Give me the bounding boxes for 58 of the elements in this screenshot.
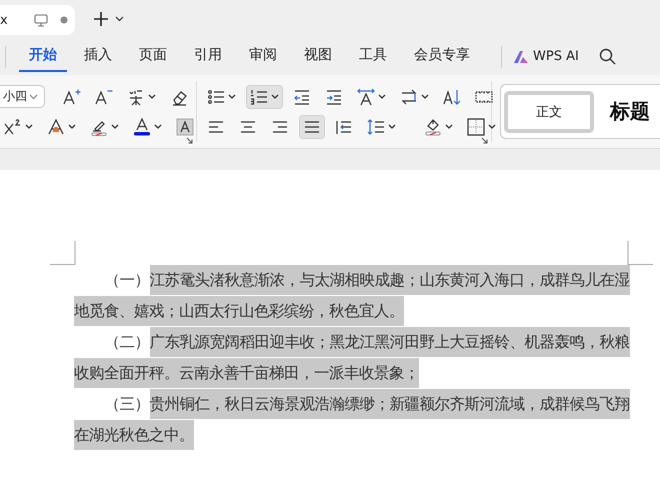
caret-icon [488,124,496,129]
ribbon-tab[interactable]: 视图 [294,41,342,72]
ribbon-tab[interactable]: 页面 [129,41,177,72]
border-icon [467,118,485,136]
paragraph: （三）贵州铜仁，秋日云海景观浩瀚缥缈；新疆额尔齐斯河流域，成群候鸟飞翔在湖光秋色之中。 [74,389,630,451]
ribbon-tab[interactable]: 审阅 [239,41,287,72]
font-color-icon [133,118,151,136]
dialog-launcher-icon[interactable] [186,137,193,144]
ribbon-tab[interactable]: 引用 [184,41,232,72]
paragraph: （二）广东乳源宽阔稻田迎丰收；黑龙江黑河田野上大豆摇铃、机器轰鸣，秋粮收购全面开秤。云南永善千亩梯田，一派丰收景象； [74,327,630,389]
caret-icon [421,94,429,99]
caret-icon[interactable] [115,16,124,22]
caret-icon [445,124,453,129]
caret-icon [388,124,396,129]
numbered-list-icon [250,88,268,106]
font-size-dropdown[interactable]: 小四 [0,85,45,108]
dialog-launcher-icon[interactable] [481,137,488,144]
caret-icon [148,94,156,99]
caret-icon [29,94,38,100]
ai-button[interactable]: WPS AI [512,45,581,68]
monitor-icon [34,14,48,26]
ribbon-tab[interactable]: 插入 [74,41,122,72]
superscript-icon [4,118,22,136]
swap-arrows-icon [400,88,418,106]
caret-icon [25,124,33,129]
document-tab[interactable]: x [0,5,75,35]
justify-button[interactable] [299,114,325,138]
grow-font-icon [63,88,81,106]
new-tab-icon[interactable] [93,11,109,27]
caret-icon [111,124,119,129]
text-effect-icon [47,118,65,136]
character-shading-icon [176,118,194,136]
caret-icon [68,124,76,129]
margin-corner-mark [627,241,653,265]
increase-indent-icon [325,88,343,106]
sort-icon [443,88,461,106]
style-option[interactable]: 标题 [602,90,658,132]
numbered-list-button[interactable] [246,84,283,108]
character-spacing-icon [357,88,375,106]
line-spacing-icon [367,118,385,136]
shrink-font-icon [95,88,113,106]
caret-icon [271,94,279,99]
ribbon-tab[interactable]: 工具 [349,41,397,72]
ribbon-tab[interactable]: 开始 [19,41,67,72]
paragraph: （一）江苏鼋头渚秋意渐浓，与太湖相映成趣；山东黄河入海口，成群鸟儿在湿地觅食、嬉戏；山西太行山色彩缤纷，秋色宜人。 [74,265,630,327]
paint-bucket-icon [424,118,442,136]
unsaved-dot-icon [60,16,68,24]
caret-icon [228,94,236,99]
margin-corner-mark [50,241,76,265]
style-option[interactable]: 正文 [504,90,594,132]
pinyin-guide-icon [127,88,145,106]
decrease-indent-icon [293,88,311,106]
caret-icon [378,94,386,99]
bullet-list-icon [207,88,225,106]
ribbon-tab[interactable]: 会员专享 [404,41,480,72]
ai-logo-icon [514,50,528,62]
search-icon[interactable] [598,48,616,65]
caret-icon [154,124,162,129]
